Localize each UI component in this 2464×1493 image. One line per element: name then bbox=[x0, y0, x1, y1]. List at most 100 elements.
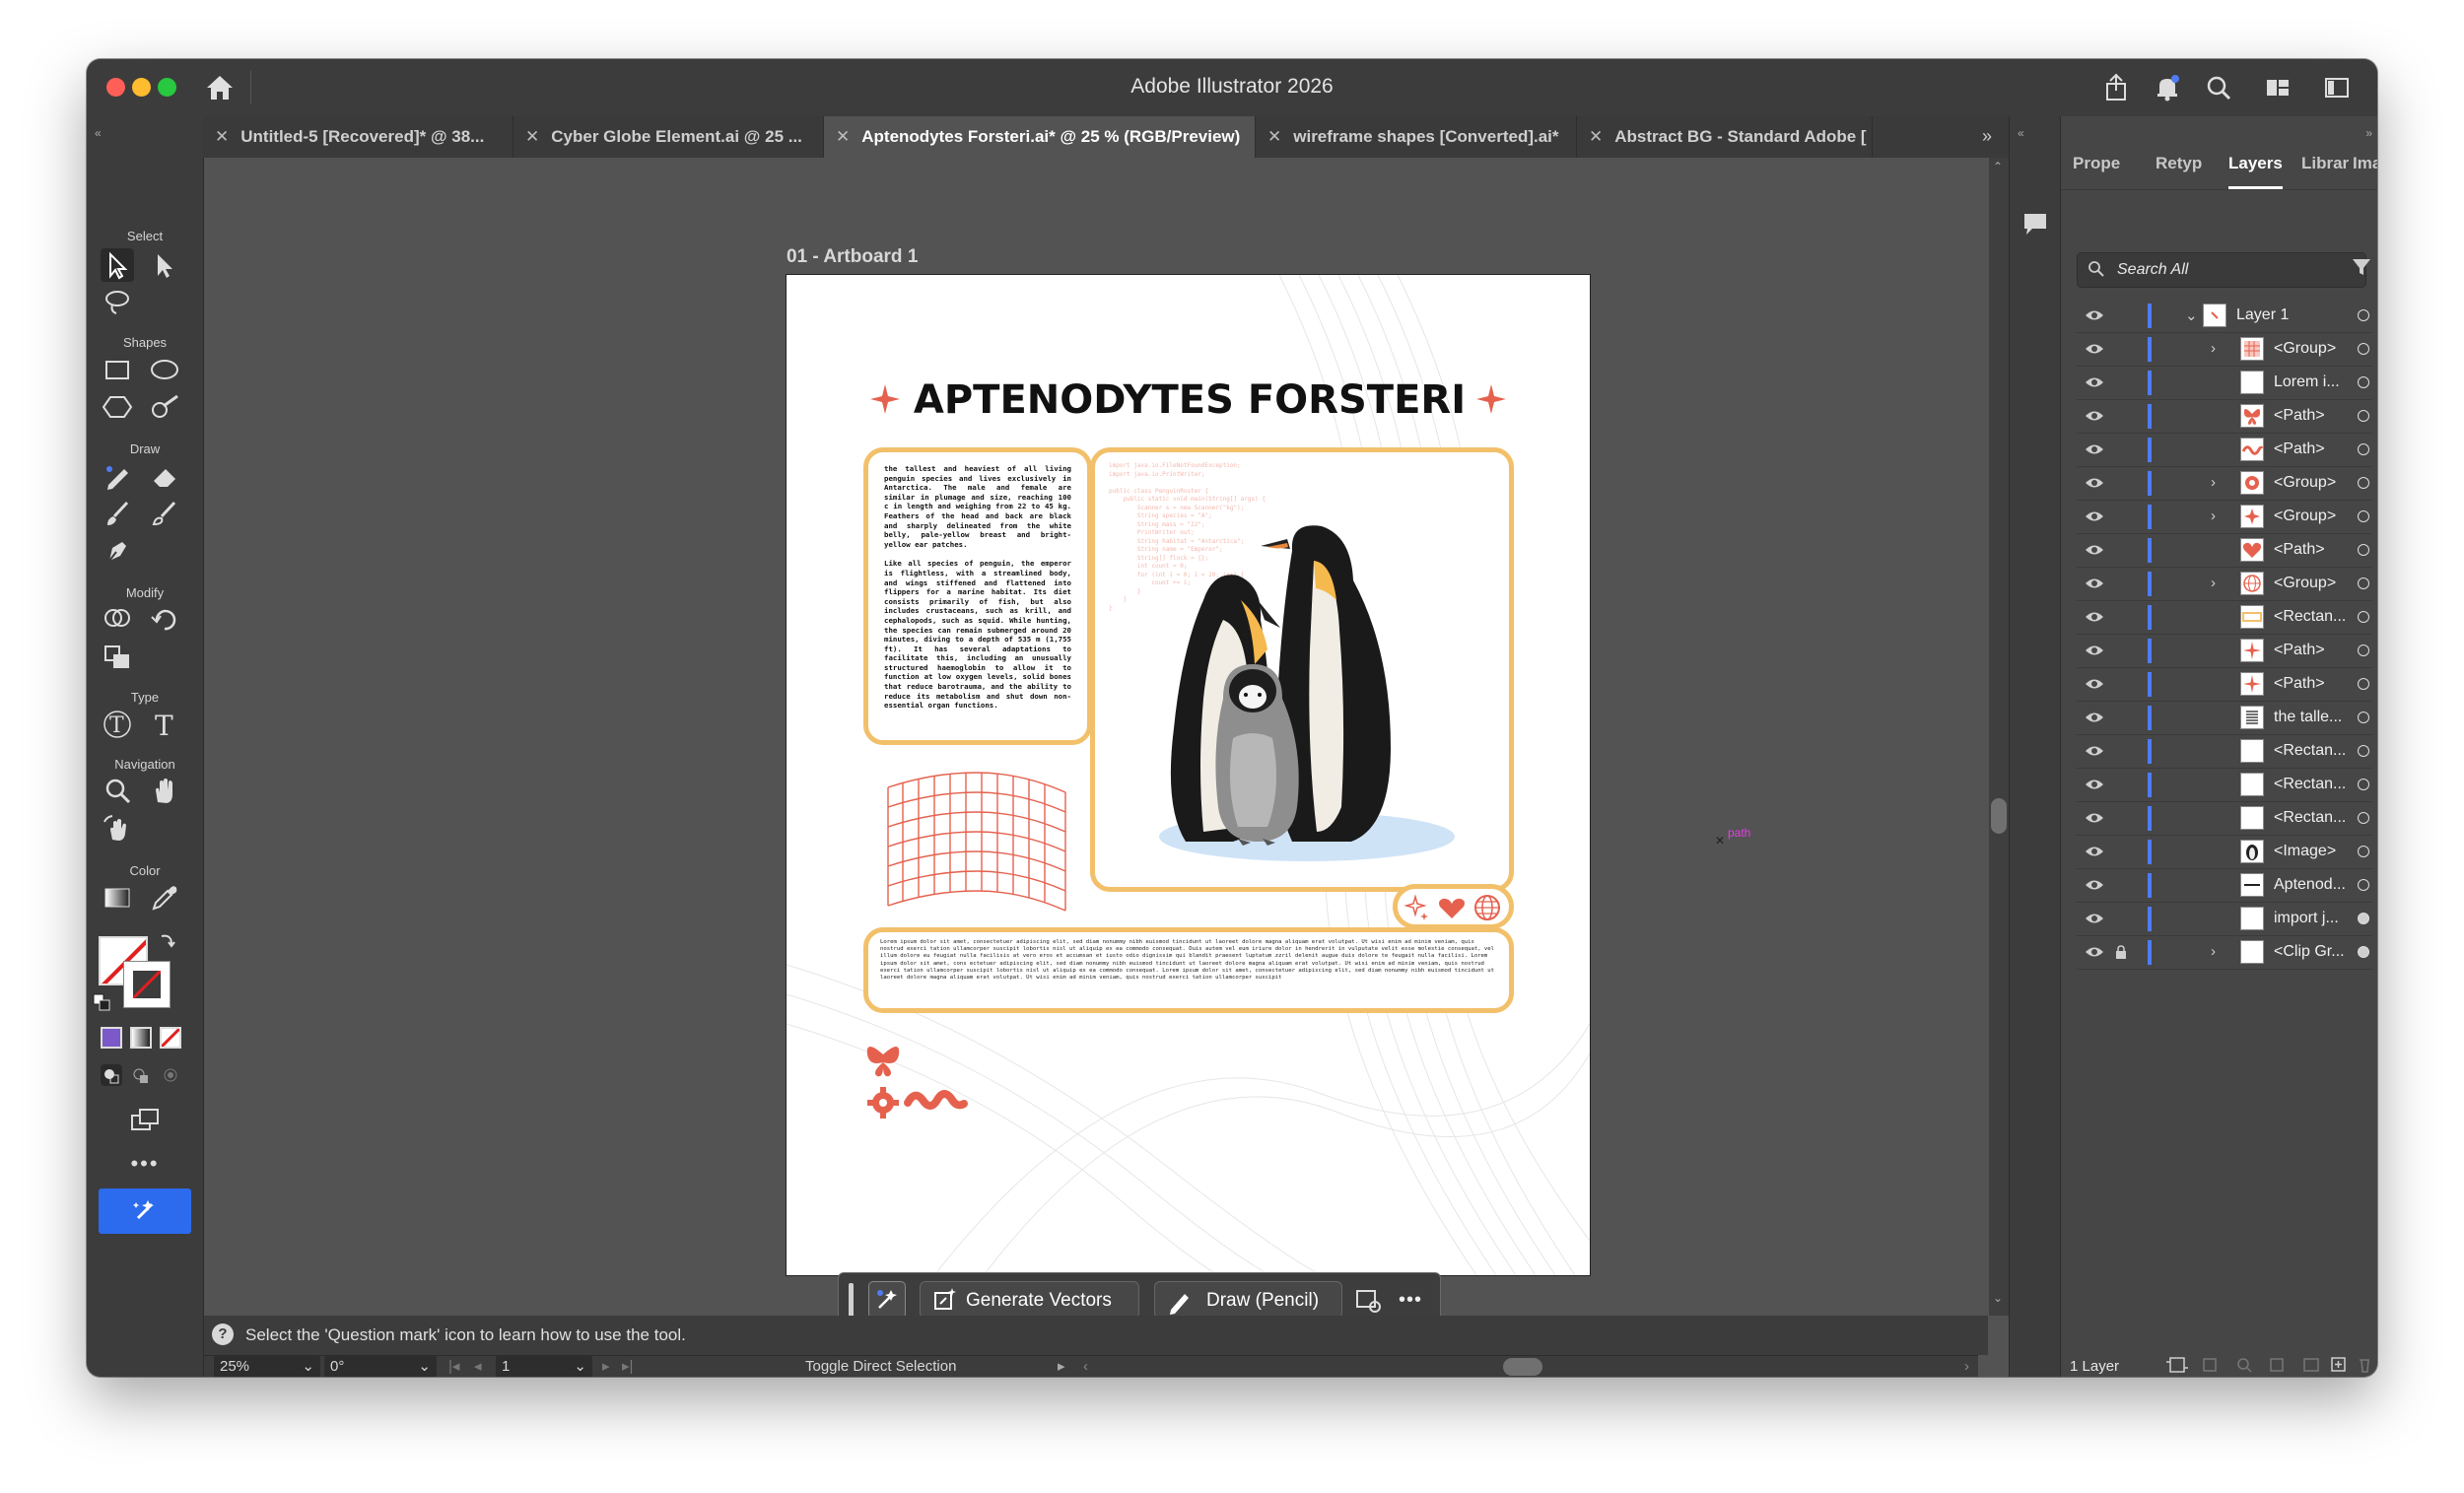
color-mode-button[interactable] bbox=[101, 1027, 122, 1049]
layer-row[interactable]: <Rectan... bbox=[2077, 735, 2372, 769]
visibility-eye-icon[interactable] bbox=[2085, 610, 2104, 624]
tool-status[interactable]: Toggle Direct Selection bbox=[805, 1356, 956, 1377]
layer-row[interactable]: Lorem i... bbox=[2077, 367, 2372, 400]
target-icon[interactable] bbox=[2358, 410, 2369, 422]
layer-name[interactable]: <Rectan... bbox=[2274, 608, 2346, 626]
target-icon[interactable] bbox=[2358, 712, 2369, 723]
pen-tool[interactable] bbox=[101, 534, 134, 568]
close-tab-icon[interactable]: ✕ bbox=[1589, 127, 1603, 146]
scale-tool[interactable] bbox=[101, 641, 134, 674]
target-icon[interactable] bbox=[2358, 477, 2369, 489]
layer-name[interactable]: Lorem i... bbox=[2274, 373, 2340, 391]
eyedropper-tool[interactable] bbox=[148, 881, 181, 915]
eraser-tool[interactable] bbox=[148, 459, 181, 493]
chevron-right-icon[interactable]: › bbox=[2211, 474, 2216, 491]
artboard-number-select[interactable]: 1 ⌄ bbox=[496, 1356, 592, 1377]
pencil-tool[interactable] bbox=[101, 459, 134, 493]
layer-name[interactable]: <Group> bbox=[2274, 474, 2336, 492]
layer-name[interactable]: <Rectan... bbox=[2274, 809, 2346, 827]
target-icon[interactable] bbox=[2358, 745, 2369, 757]
target-icon[interactable] bbox=[2358, 678, 2369, 690]
visibility-eye-icon[interactable] bbox=[2085, 811, 2104, 825]
target-icon[interactable] bbox=[2358, 913, 2369, 924]
direct-selection-tool[interactable] bbox=[148, 248, 181, 282]
visibility-eye-icon[interactable] bbox=[2085, 744, 2104, 758]
workspace-switcher-icon[interactable] bbox=[2259, 69, 2296, 106]
hand-tool[interactable] bbox=[148, 775, 181, 808]
taskbar-drag-handle[interactable] bbox=[849, 1283, 854, 1318]
target-icon[interactable] bbox=[2358, 846, 2369, 857]
last-artboard-icon[interactable]: ▸| bbox=[622, 1356, 633, 1377]
search-icon[interactable] bbox=[2200, 69, 2237, 106]
more-options-icon[interactable]: ••• bbox=[1391, 1283, 1430, 1317]
layer-row[interactable]: Aptenod... bbox=[2077, 869, 2372, 903]
target-icon[interactable] bbox=[2358, 343, 2369, 355]
layer-row[interactable]: › <Group> bbox=[2077, 501, 2372, 534]
help-question-icon[interactable]: ? bbox=[212, 1323, 234, 1345]
layer-row[interactable]: <Path> bbox=[2077, 434, 2372, 467]
target-icon[interactable] bbox=[2358, 645, 2369, 656]
visibility-eye-icon[interactable] bbox=[2085, 308, 2104, 322]
layers-search-input[interactable]: Search All bbox=[2077, 252, 2366, 288]
lasso-tool[interactable] bbox=[101, 286, 134, 319]
visibility-eye-icon[interactable] bbox=[2085, 342, 2104, 356]
notifications-icon[interactable] bbox=[2149, 69, 2186, 106]
chevron-right-icon[interactable]: › bbox=[2211, 943, 2216, 960]
target-icon[interactable] bbox=[2358, 309, 2369, 321]
artboard[interactable]: APTENODYTES FORSTERI the tallest and hea… bbox=[787, 275, 1590, 1275]
share-icon[interactable] bbox=[2097, 69, 2135, 106]
zoom-tool[interactable] bbox=[101, 775, 134, 808]
visibility-eye-icon[interactable] bbox=[2085, 543, 2104, 557]
status-menu-icon[interactable]: ▸ bbox=[1058, 1356, 1065, 1377]
visibility-eye-icon[interactable] bbox=[2085, 677, 2104, 691]
layer-name[interactable]: <Rectan... bbox=[2274, 742, 2346, 760]
generative-ai-icon[interactable] bbox=[868, 1281, 906, 1319]
layer-row[interactable]: <Rectan... bbox=[2077, 601, 2372, 635]
layer-name[interactable]: <Path> bbox=[2274, 441, 2325, 458]
lock-icon[interactable] bbox=[2115, 945, 2127, 959]
layer-row[interactable]: <Image> bbox=[2077, 836, 2372, 869]
visibility-eye-icon[interactable] bbox=[2085, 577, 2104, 590]
chevron-right-icon[interactable]: › bbox=[2211, 575, 2216, 591]
rotate-tool[interactable] bbox=[148, 603, 181, 637]
type-tool[interactable]: T bbox=[148, 708, 181, 742]
rectangle-tool[interactable] bbox=[101, 353, 134, 386]
edit-toolbar-more-icon[interactable]: ••• bbox=[87, 1151, 203, 1177]
shaper-tool[interactable] bbox=[148, 390, 181, 424]
visibility-eye-icon[interactable] bbox=[2085, 878, 2104, 892]
layer-name[interactable]: <Path> bbox=[2274, 675, 2325, 693]
target-icon[interactable] bbox=[2358, 443, 2369, 455]
first-artboard-icon[interactable]: |◂ bbox=[448, 1356, 459, 1377]
layer-row[interactable]: <Path> bbox=[2077, 635, 2372, 668]
layer-row[interactable]: <Path> bbox=[2077, 668, 2372, 702]
visibility-eye-icon[interactable] bbox=[2085, 409, 2104, 423]
artboard-label[interactable]: 01 - Artboard 1 bbox=[787, 246, 918, 268]
tab-layers[interactable]: Layers bbox=[2228, 138, 2283, 189]
visibility-eye-icon[interactable] bbox=[2085, 845, 2104, 858]
blob-brush-tool[interactable] bbox=[148, 497, 181, 530]
visibility-eye-icon[interactable] bbox=[2085, 375, 2104, 389]
vertical-scrollbar[interactable]: ⌃ ⌄ bbox=[1989, 158, 2009, 1316]
visibility-eye-icon[interactable] bbox=[2085, 945, 2104, 959]
selection-tool[interactable] bbox=[101, 248, 134, 282]
collapse-panels-icon[interactable]: « bbox=[2018, 126, 2024, 140]
generate-vectors-button[interactable]: Generate Vectors bbox=[920, 1281, 1139, 1319]
visibility-eye-icon[interactable] bbox=[2085, 644, 2104, 657]
layer-row[interactable]: the talle... bbox=[2077, 702, 2372, 735]
layer-name[interactable]: <Group> bbox=[2274, 508, 2336, 525]
horizontal-scroll-thumb[interactable] bbox=[1503, 1358, 1542, 1376]
target-icon[interactable] bbox=[2358, 946, 2369, 958]
layer-name[interactable]: <Image> bbox=[2274, 843, 2336, 860]
layer-row[interactable]: <Path> bbox=[2077, 534, 2372, 568]
close-tab-icon[interactable]: ✕ bbox=[525, 127, 539, 146]
layer-name[interactable]: Layer 1 bbox=[2236, 306, 2289, 324]
more-tabs-icon[interactable]: » bbox=[1982, 126, 1992, 147]
scroll-left-icon[interactable]: ‹ bbox=[1083, 1356, 1088, 1377]
stroke-swatch[interactable] bbox=[123, 961, 171, 1008]
target-icon[interactable] bbox=[2358, 376, 2369, 388]
tab-retype[interactable]: Retyp bbox=[2156, 138, 2202, 189]
scroll-right-icon[interactable]: › bbox=[1964, 1356, 1969, 1377]
layer-name[interactable]: <Rectan... bbox=[2274, 776, 2346, 793]
next-artboard-icon[interactable]: ▸ bbox=[602, 1356, 610, 1377]
tab-abstract-bg[interactable]: ✕ Abstract BG - Standard Adobe [ bbox=[1577, 116, 1873, 158]
